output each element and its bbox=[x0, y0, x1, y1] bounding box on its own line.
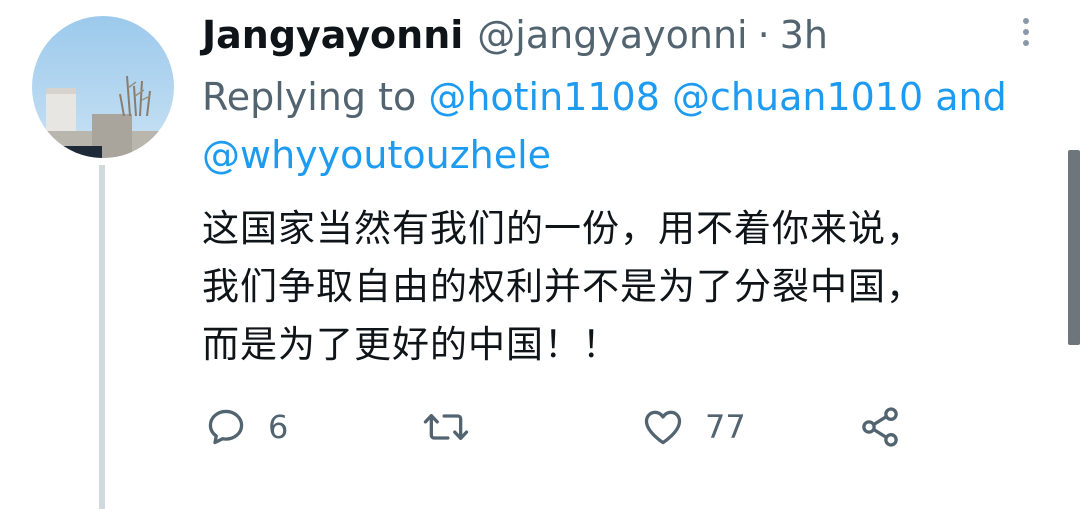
replying-to: Replying to @hotin1108 @chuan1010 and @w… bbox=[202, 68, 1062, 184]
tweet-header: Jangyayonni @jangyayonni · 3h bbox=[202, 8, 1062, 62]
action-bar: 6 77 bbox=[204, 402, 924, 452]
scrollbar[interactable] bbox=[1068, 150, 1080, 345]
tweet-text-line: 而是为了更好的中国！！ bbox=[202, 323, 620, 366]
display-name[interactable]: Jangyayonni bbox=[202, 8, 463, 62]
retweet-icon bbox=[423, 413, 469, 441]
retweet-button[interactable] bbox=[422, 402, 470, 452]
separator-dot: · bbox=[757, 13, 770, 57]
thread-line bbox=[99, 165, 105, 509]
share-icon bbox=[862, 407, 898, 447]
tweet[interactable]: Jangyayonni @jangyayonni · 3h Replying t… bbox=[0, 0, 1080, 509]
mention-whyyoutouzhele[interactable]: @whyyoutouzhele bbox=[202, 133, 551, 177]
reply-icon bbox=[208, 409, 244, 445]
timestamp[interactable]: 3h bbox=[780, 8, 828, 62]
tweet-text-line: 我们争取自由的权利并不是为了分裂中国， bbox=[202, 265, 924, 308]
reply-count: 6 bbox=[268, 408, 289, 446]
tweet-text-line: 这国家当然有我们的一份，用不着你来说， bbox=[202, 207, 924, 250]
reply-button[interactable]: 6 bbox=[204, 402, 288, 452]
user-handle[interactable]: @jangyayonni bbox=[477, 8, 747, 62]
mention-joiner[interactable]: and bbox=[935, 75, 1007, 119]
tweet-content: Jangyayonni @jangyayonni · 3h Replying t… bbox=[202, 8, 1062, 374]
share-button[interactable] bbox=[858, 402, 902, 452]
heart-icon bbox=[644, 410, 682, 445]
mention-chuan1010[interactable]: @chuan1010 bbox=[672, 75, 923, 119]
avatar[interactable] bbox=[32, 16, 174, 158]
replying-to-label: Replying to bbox=[202, 75, 417, 119]
like-count: 77 bbox=[705, 408, 746, 446]
tweet-text: 这国家当然有我们的一份，用不着你来说， 我们争取自由的权利并不是为了分裂中国， … bbox=[202, 200, 1062, 374]
like-button[interactable]: 77 bbox=[641, 402, 746, 452]
avatar-image bbox=[32, 16, 174, 158]
mention-hotin1108[interactable]: @hotin1108 bbox=[428, 75, 660, 119]
